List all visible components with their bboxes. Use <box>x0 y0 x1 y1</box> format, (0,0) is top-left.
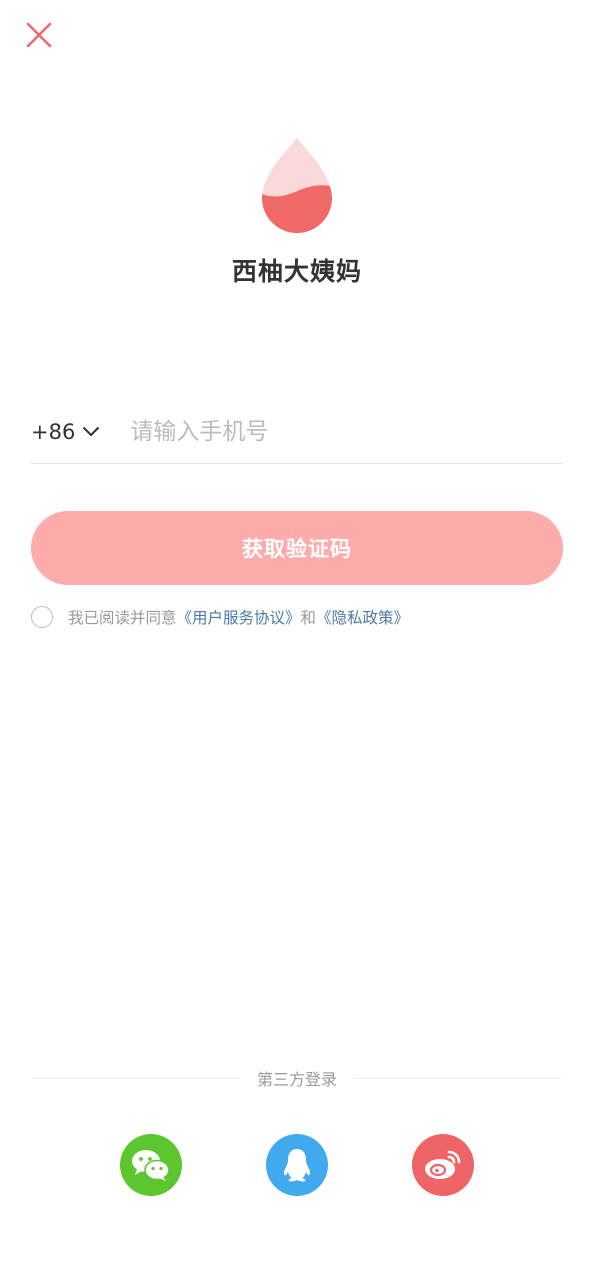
country-code-selector[interactable]: +86 <box>31 405 120 459</box>
terms-link[interactable]: 《用户服务协议》 <box>177 606 301 628</box>
phone-input[interactable] <box>120 404 563 459</box>
agreement-conjunction: 和 <box>300 609 317 627</box>
divider-line-right <box>353 1077 564 1079</box>
get-code-button[interactable]: 获取验证码 <box>31 511 563 585</box>
agreement-checkbox[interactable] <box>31 606 53 628</box>
third-party-label: 第三方登录 <box>257 1070 338 1089</box>
qq-icon <box>283 1149 311 1182</box>
weibo-login-button[interactable] <box>412 1134 474 1196</box>
wechat-login-button[interactable] <box>120 1134 182 1196</box>
divider-line-left <box>31 1077 241 1079</box>
app-logo-icon <box>262 138 332 233</box>
agreement-row: 我已阅读并同意 《用户服务协议》 和 《隐私政策》 <box>31 606 409 628</box>
login-page: 西柚大姨妈 +86 获取验证码 我已阅读并同意 《用户服务协议》 和 《隐私政策… <box>0 0 594 1280</box>
close-button[interactable] <box>20 16 58 54</box>
wechat-icon <box>132 1150 170 1181</box>
close-icon <box>26 22 52 48</box>
third-party-divider: 第三方登录 <box>31 1066 564 1090</box>
phone-input-row: +86 <box>31 400 563 464</box>
qq-login-button[interactable] <box>266 1134 328 1196</box>
country-code-label: +86 <box>31 419 76 444</box>
app-name: 西柚大姨妈 <box>231 257 362 286</box>
weibo-icon <box>425 1150 461 1179</box>
agreement-prefix: 我已阅读并同意 <box>68 609 177 627</box>
privacy-link[interactable]: 《隐私政策》 <box>316 606 409 628</box>
chevron-down-icon <box>83 426 100 436</box>
